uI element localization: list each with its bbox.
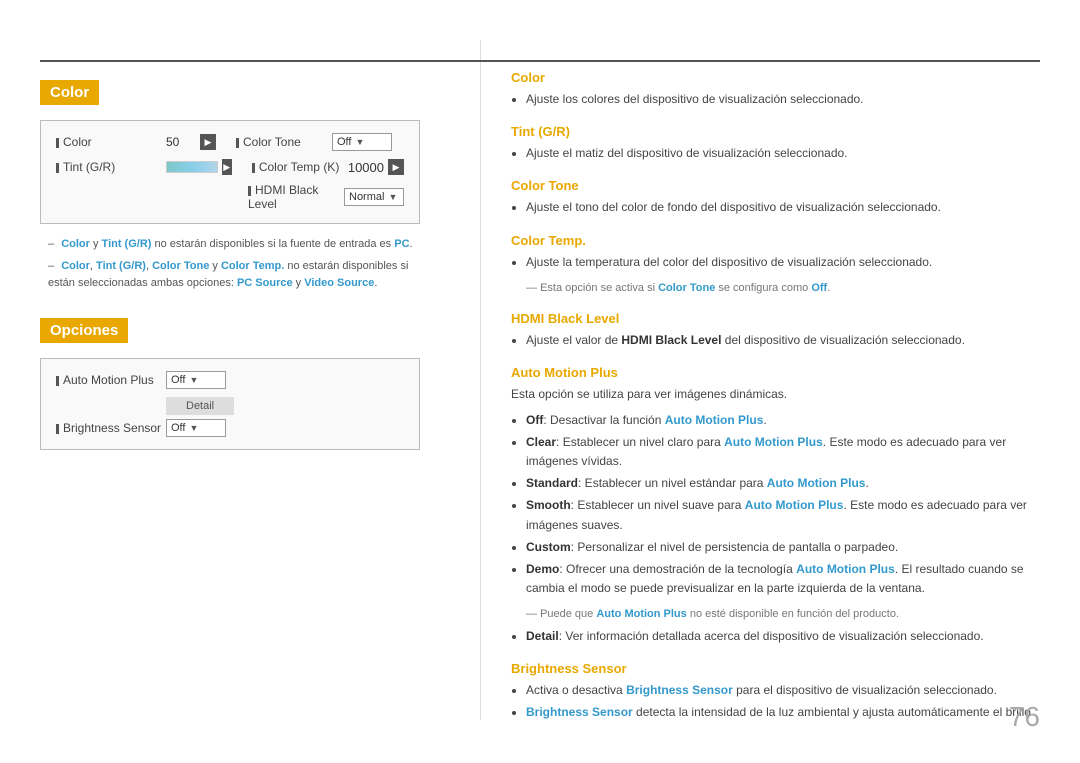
hdmi-black-level-arrow-icon: ▼ [388, 192, 397, 202]
right-auto-motion-title: Auto Motion Plus [511, 365, 1040, 380]
right-hdmi-title: HDMI Black Level [511, 311, 1040, 326]
color-value: 50 ▶ [166, 134, 216, 150]
hdmi-black-level-value: Normal [349, 191, 384, 203]
right-hdmi-list: Ajuste el valor de HDMI Black Level del … [511, 331, 1040, 350]
right-color-temp-sub-note: Esta opción se activa si Color Tone se c… [511, 280, 1040, 297]
right-auto-motion-detail-list: Detail: Ver información detallada acerca… [511, 627, 1040, 646]
opciones-settings-box: Auto Motion Plus Off ▼ Detail Brightness… [40, 358, 420, 450]
color-number: 50 [166, 135, 196, 149]
tint-arrow-right[interactable]: ▶ [222, 159, 232, 175]
color-tone-value: Off [337, 136, 351, 148]
right-column: Color Ajuste los colores del dispositivo… [480, 40, 1040, 720]
auto-motion-plus-value: Off [171, 374, 185, 386]
color-row: Color 50 ▶ Color Tone Off ▼ [56, 133, 404, 151]
right-auto-motion-detail: Detail: Ver información detallada acerca… [526, 627, 1040, 646]
right-brightness-title: Brightness Sensor [511, 661, 1040, 676]
color-temp-number: 10000 [348, 160, 384, 175]
color-tone-label: Color Tone [236, 135, 326, 149]
right-tint-item-1: Ajuste el matiz del dispositivo de visua… [526, 144, 1040, 163]
right-color-item-1: Ajuste los colores del dispositivo de vi… [526, 90, 1040, 109]
top-divider-line [40, 60, 1040, 62]
right-hdmi-item-1: Ajuste el valor de HDMI Black Level del … [526, 331, 1040, 350]
right-tint-title: Tint (G/R) [511, 124, 1040, 139]
right-auto-motion-off: Off: Desactivar la función Auto Motion P… [526, 411, 1040, 430]
color-note-2: – Color, Tint (G/R), Color Tone y Color … [40, 258, 420, 293]
right-color-temp-list: Ajuste la temperatura del color del disp… [511, 253, 1040, 272]
right-brightness-item-2: Brightness Sensor detecta la intensidad … [526, 703, 1040, 720]
right-auto-motion-smooth: Smooth: Establecer un nivel suave para A… [526, 496, 1040, 534]
right-color-list: Ajuste los colores del dispositivo de vi… [511, 90, 1040, 109]
brightness-sensor-dropdown[interactable]: Off ▼ [166, 419, 226, 437]
color-note-1: – Color y Tint (G/R) no estarán disponib… [40, 236, 420, 254]
color-arrow-right[interactable]: ▶ [200, 134, 216, 150]
right-color-tone-item-1: Ajuste el tono del color de fondo del di… [526, 198, 1040, 217]
brightness-sensor-value: Off [171, 422, 185, 434]
page-number: 76 [1009, 701, 1040, 733]
color-temp-arrow-right[interactable]: ▶ [388, 159, 404, 175]
auto-motion-plus-row: Auto Motion Plus Off ▼ [56, 371, 404, 389]
right-color-tone-list: Ajuste el tono del color de fondo del di… [511, 198, 1040, 217]
right-color-temp-title: Color Temp. [511, 233, 1040, 248]
color-temp-label: Color Temp (K) [252, 160, 342, 174]
right-color-tone-title: Color Tone [511, 178, 1040, 193]
color-tone-dropdown[interactable]: Off ▼ [332, 133, 392, 151]
left-column: Color Color 50 ▶ Color Tone Off ▼ [40, 40, 460, 723]
tint-row: Tint (G/R) ▶ Color Temp (K) 10000 ▶ [56, 159, 404, 175]
auto-motion-plus-arrow-icon: ▼ [189, 375, 198, 385]
color-temp-value: 10000 ▶ [348, 159, 404, 175]
hdmi-black-level-row: HDMI Black Level Normal ▼ [56, 183, 404, 211]
right-brightness-item-1: Activa o desactiva Brightness Sensor par… [526, 681, 1040, 700]
color-tone-arrow-icon: ▼ [355, 137, 364, 147]
tint-bar [166, 161, 218, 173]
right-auto-motion-intro: Esta opción se utiliza para ver imágenes… [511, 385, 1040, 404]
right-auto-motion-custom: Custom: Personalizar el nivel de persist… [526, 538, 1040, 557]
auto-motion-plus-label: Auto Motion Plus [56, 373, 166, 387]
color-section-header: Color [40, 80, 99, 105]
right-auto-motion-demo: Demo: Ofrecer una demostración de la tec… [526, 560, 1040, 598]
right-color-temp-item-1: Ajuste la temperatura del color del disp… [526, 253, 1040, 272]
detail-button[interactable]: Detail [166, 397, 234, 415]
hdmi-black-level-dropdown[interactable]: Normal ▼ [344, 188, 404, 206]
right-auto-motion-standard: Standard: Establecer un nivel estándar p… [526, 474, 1040, 493]
color-settings-box: Color 50 ▶ Color Tone Off ▼ [40, 120, 420, 224]
right-auto-motion-list: Off: Desactivar la función Auto Motion P… [511, 411, 1040, 599]
right-color-title: Color [511, 70, 1040, 85]
auto-motion-plus-dropdown[interactable]: Off ▼ [166, 371, 226, 389]
right-tint-list: Ajuste el matiz del dispositivo de visua… [511, 144, 1040, 163]
right-brightness-list: Activa o desactiva Brightness Sensor par… [511, 681, 1040, 720]
opciones-section-header: Opciones [40, 318, 128, 343]
tint-label: Tint (G/R) [56, 160, 166, 174]
color-notes: – Color y Tint (G/R) no estarán disponib… [40, 236, 420, 293]
brightness-sensor-row: Brightness Sensor Off ▼ [56, 419, 404, 437]
hdmi-black-level-label: HDMI Black Level [248, 183, 338, 211]
right-auto-motion-sub-note-1: Puede que Auto Motion Plus no esté dispo… [511, 606, 1040, 623]
brightness-sensor-label: Brightness Sensor [56, 421, 166, 435]
right-auto-motion-clear: Clear: Establecer un nivel claro para Au… [526, 433, 1040, 471]
brightness-sensor-arrow-icon: ▼ [189, 423, 198, 433]
color-label: Color [56, 135, 166, 149]
